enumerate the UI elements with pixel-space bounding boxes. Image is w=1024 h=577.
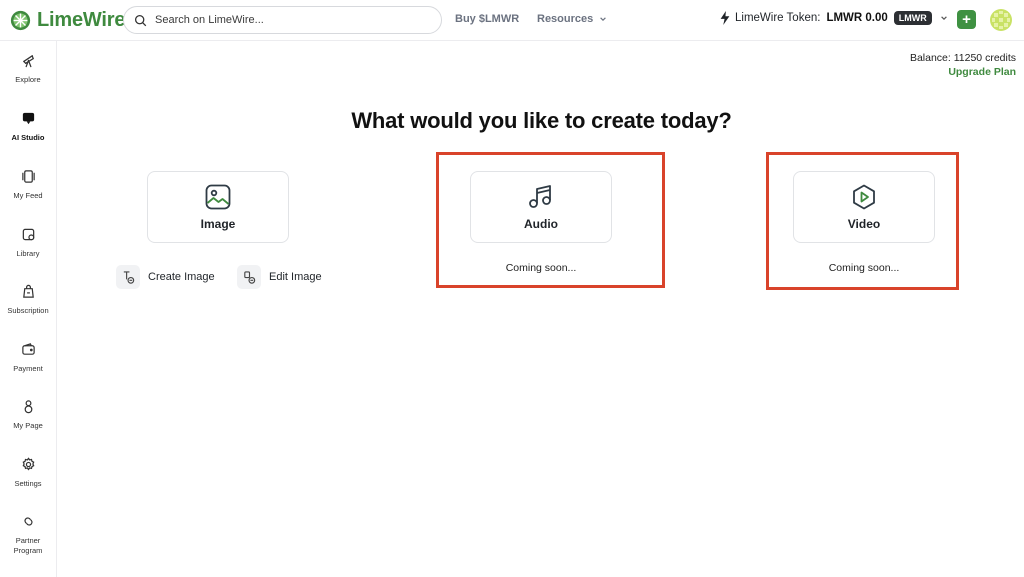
buy-lmwr-link[interactable]: Buy $LMWR <box>455 13 519 25</box>
token-label: LimeWire Token: <box>735 12 821 24</box>
lime-logo-icon <box>10 10 31 30</box>
token-amount: LMWR 0.00 <box>826 12 888 24</box>
person-icon <box>24 400 32 414</box>
sidebar-item-label: My Page <box>13 421 43 430</box>
sidebar-item-explore[interactable]: Explore <box>0 53 56 85</box>
token-dropdown[interactable]: LimeWire Token: LMWR 0.00 LMWR <box>719 11 948 25</box>
audio-coming-soon: Coming soon... <box>505 262 577 274</box>
subscription-icon <box>22 284 34 298</box>
top-header: LimeWire Buy $LMWR Resources LimeWire To… <box>0 0 1024 41</box>
sidebar-item-label: Partner Program <box>13 536 43 555</box>
video-card[interactable]: Video <box>793 171 935 243</box>
wallet-icon <box>21 343 35 355</box>
image-icon <box>205 184 231 210</box>
plus-icon: + <box>962 11 971 28</box>
buy-lmwr-label: Buy $LMWR <box>455 13 520 25</box>
card-label: Audio <box>524 217 558 231</box>
sidebar-item-partner-program[interactable]: Partner Program <box>0 514 56 556</box>
sidebar-item-my-feed[interactable]: My Feed <box>0 169 56 201</box>
partner-icon <box>23 517 33 526</box>
gear-icon <box>22 457 34 471</box>
sidebar-item-subscription[interactable]: Subscription <box>0 284 56 316</box>
chevron-down-icon <box>940 16 947 21</box>
sidebar-item-label: Subscription <box>7 306 49 315</box>
create-image-icon <box>116 265 140 289</box>
brand-name: LimeWire <box>37 8 126 31</box>
audio-card[interactable]: Audio <box>470 171 612 243</box>
resources-label: Resources <box>537 13 594 25</box>
resources-menu[interactable]: Resources <box>537 13 607 25</box>
sidebar-item-settings[interactable]: Settings <box>0 457 56 489</box>
sidebar-item-my-page[interactable]: My Page <box>0 399 56 431</box>
sidebar-item-label: My Feed <box>13 191 43 200</box>
sidebar-item-label: Explore <box>15 75 41 84</box>
edit-image-icon <box>237 265 261 289</box>
telescope-icon <box>22 55 34 68</box>
card-label: Image <box>200 217 236 231</box>
token-badge: LMWR <box>893 11 932 25</box>
sidebar-item-payment[interactable]: Payment <box>0 342 56 374</box>
edit-image-button[interactable]: Edit Image <box>237 265 322 289</box>
video-coming-soon: Coming soon... <box>828 262 900 274</box>
lightning-bolt-icon <box>720 11 730 25</box>
card-label: Video <box>847 217 881 231</box>
create-plus-button[interactable]: + <box>957 10 976 29</box>
video-play-icon <box>853 184 875 210</box>
search-icon <box>134 14 147 26</box>
search-bar[interactable] <box>123 6 442 34</box>
avatar[interactable] <box>990 9 1012 31</box>
upgrade-plan-link[interactable]: Upgrade Plan <box>948 66 1016 78</box>
search-input[interactable] <box>155 14 425 26</box>
sidebar-item-label: Settings <box>14 479 42 488</box>
image-card[interactable]: Image <box>147 171 289 243</box>
library-icon <box>22 228 34 241</box>
create-image-label: Create Image <box>148 271 215 283</box>
chevron-down-icon <box>600 17 607 22</box>
page-title: What would you like to create today? <box>351 108 732 133</box>
limewire-logo[interactable]: LimeWire <box>10 8 125 32</box>
feed-icon <box>21 170 35 183</box>
sidebar-item-library[interactable]: Library <box>0 227 56 259</box>
create-image-button[interactable]: Create Image <box>116 265 215 289</box>
edit-image-label: Edit Image <box>269 271 322 283</box>
music-note-icon <box>529 185 551 208</box>
sidebar-item-label: Library <box>16 249 40 258</box>
credits-balance: Balance: 11250 credits <box>909 52 1016 64</box>
sidebar-item-label: Payment <box>13 364 43 373</box>
sidebar-item-label: AI Studio <box>11 133 45 142</box>
